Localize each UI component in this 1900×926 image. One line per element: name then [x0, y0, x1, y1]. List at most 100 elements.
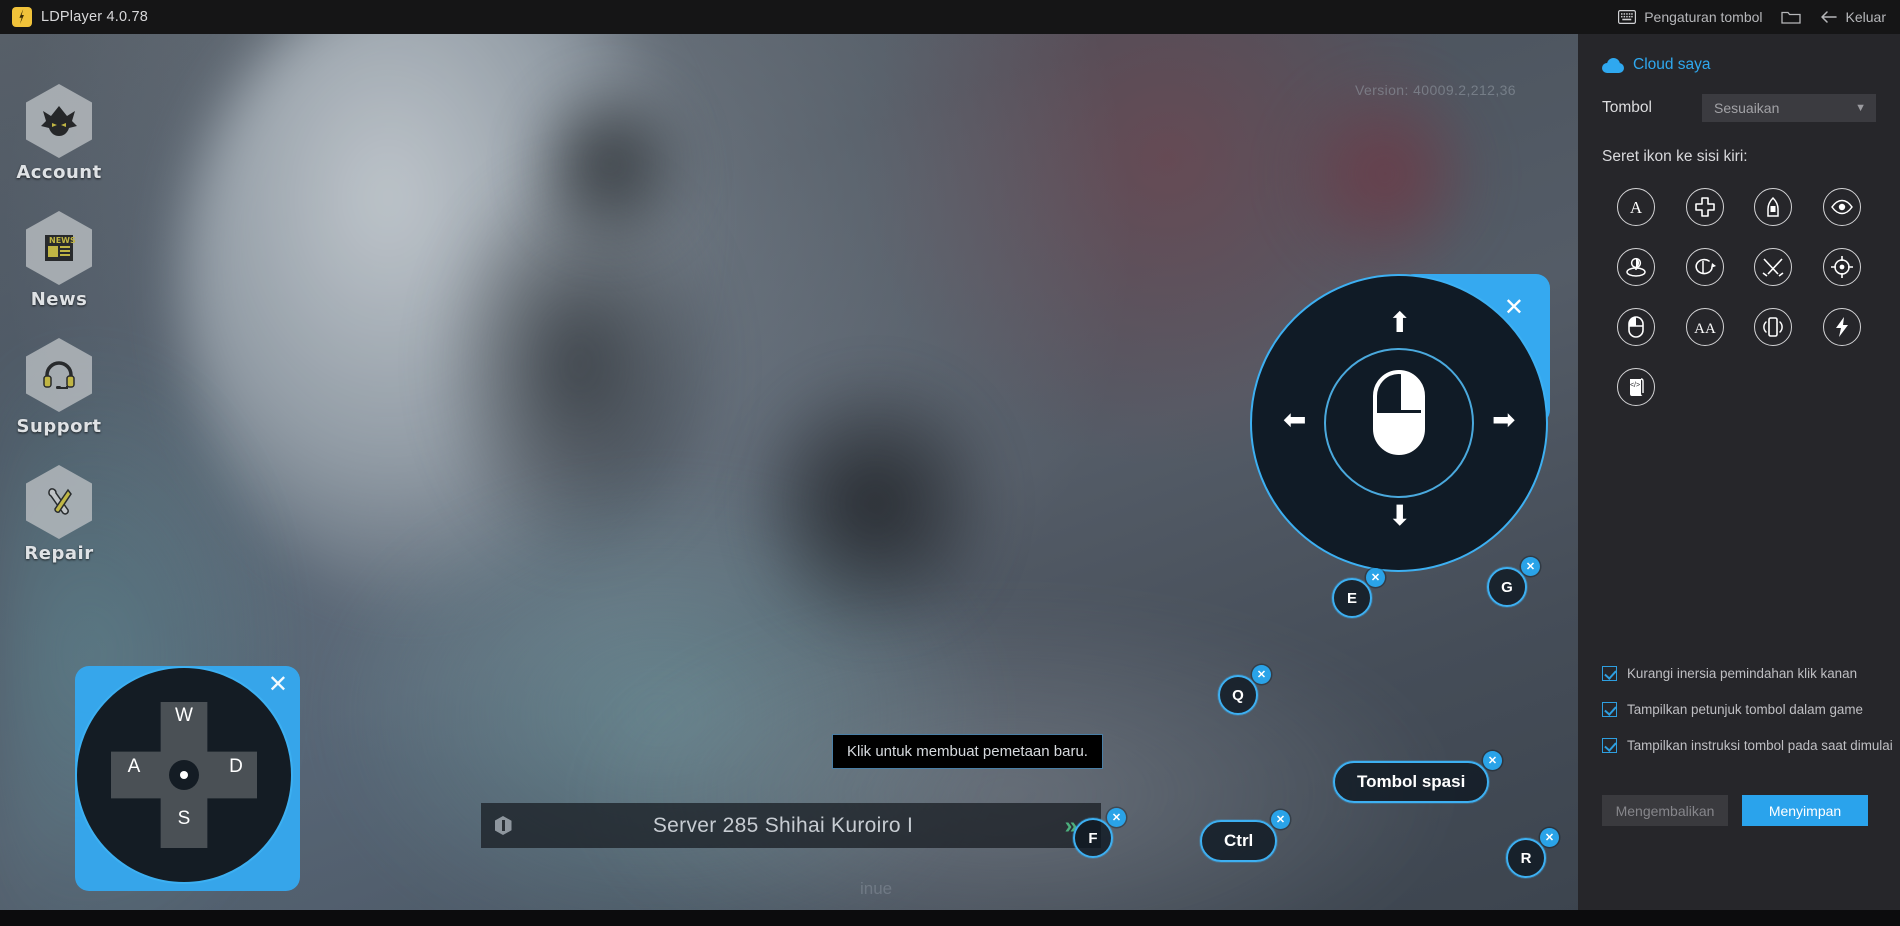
rotate-view-icon[interactable]: [1685, 248, 1724, 286]
remove-icon[interactable]: ✕: [1521, 557, 1540, 576]
keymap-chip[interactable]: R: [1506, 838, 1546, 878]
cloud-icon: [1602, 57, 1624, 73]
title-bar: LDPlayer 4.0.78 Pengaturan tombol Keluar: [0, 0, 1900, 34]
mouse-icon: [1373, 370, 1425, 455]
news-paper-icon: NEWS: [26, 211, 92, 285]
dpad-key-up[interactable]: W: [169, 705, 199, 727]
crosshair-icon[interactable]: [1822, 248, 1861, 286]
keymap-chip[interactable]: Ctrl: [1200, 820, 1278, 862]
title-bar-left: LDPlayer 4.0.78: [0, 7, 148, 27]
exit-label: Keluar: [1845, 9, 1886, 25]
letter-a-icon[interactable]: A: [1617, 188, 1656, 226]
sidebar-item-label: Repair: [24, 543, 94, 564]
game-left-nav: Account NEWS News Support Repair: [12, 84, 106, 592]
mouse-look-widget[interactable]: ⬆ ⬇ ⬅ ➡ ✕: [1250, 274, 1550, 574]
title-bar-right: Pengaturan tombol Keluar: [1618, 0, 1900, 34]
look-arrow-down[interactable]: ⬇: [1388, 502, 1411, 530]
sidebar-item-account[interactable]: Account: [12, 84, 106, 183]
settings-checkbox-label: Tampilkan petunjuk tombol dalam game: [1627, 702, 1863, 717]
look-arrow-up[interactable]: ⬆: [1388, 309, 1411, 337]
background-blur-shape: [1280, 74, 1490, 274]
folder-button[interactable]: [1780, 9, 1801, 25]
remove-icon[interactable]: ✕: [1271, 810, 1290, 829]
mouse-wheel-icon[interactable]: [1617, 308, 1656, 346]
remove-icon[interactable]: ✕: [1540, 828, 1559, 847]
tombol-select-value: Sesuaikan: [1714, 100, 1780, 116]
save-button[interactable]: Menyimpan: [1742, 795, 1868, 826]
svg-text:AA: AA: [1694, 321, 1716, 337]
app-title: LDPlayer 4.0.78: [41, 9, 148, 25]
remove-icon[interactable]: ✕: [1483, 751, 1502, 770]
sidebar-item-label: Support: [16, 416, 102, 437]
draggable-icon-grid: A AA </>: [1602, 188, 1876, 406]
exit-button[interactable]: Keluar: [1819, 9, 1886, 25]
joystick-icon[interactable]: [1617, 248, 1656, 286]
settings-checkbox-label: Kurangi inersia pemindahan klik kanan: [1627, 666, 1858, 681]
cloud-saya-link[interactable]: Cloud saya: [1602, 56, 1876, 74]
keymap-chip[interactable]: Q: [1218, 675, 1258, 715]
settings-checkbox-list: Kurangi inersia pemindahan klik kanan Tam…: [1602, 666, 1893, 774]
dpad-center-hub: [169, 760, 199, 790]
sidebar-item-label: Account: [16, 162, 102, 183]
sidebar-item-news[interactable]: NEWS News: [12, 211, 106, 310]
tombol-label: Tombol: [1602, 99, 1652, 116]
version-text: Version: 40009.2,212,36: [1355, 82, 1516, 98]
faint-background-text: inue: [860, 879, 893, 898]
crossed-swords-icon[interactable]: [1754, 248, 1793, 286]
checkbox-icon[interactable]: [1602, 666, 1617, 681]
emulator-game-stage[interactable]: Version: 40009.2,212,36 Account NEWS New…: [0, 34, 1578, 926]
keymap-chip[interactable]: E: [1332, 578, 1372, 618]
keymap-chip[interactable]: Tombol spasi: [1333, 761, 1490, 803]
remove-icon[interactable]: ✕: [1107, 808, 1126, 827]
cloud-label: Cloud saya: [1633, 56, 1711, 73]
sidebar-item-support[interactable]: Support: [12, 338, 106, 437]
ldplayer-logo-icon: [12, 7, 32, 27]
sidebar-item-label: News: [30, 289, 88, 310]
close-icon[interactable]: ✕: [268, 673, 288, 697]
bullet-icon[interactable]: [1754, 188, 1793, 226]
svg-text:NEWS: NEWS: [49, 236, 76, 245]
settings-checkbox-row[interactable]: Kurangi inersia pemindahan klik kanan: [1602, 666, 1878, 681]
shake-device-icon[interactable]: [1754, 308, 1793, 346]
folder-icon: [1780, 9, 1801, 25]
server-bar[interactable]: Server 285 Shihai Kuroiro I »: [481, 803, 1101, 848]
tombol-select[interactable]: Sesuaikan ▼: [1702, 94, 1876, 122]
server-name: Server 285 Shihai Kuroiro I: [652, 813, 914, 837]
dpad-key-left[interactable]: A: [119, 756, 149, 778]
look-arrow-right[interactable]: ➡: [1492, 406, 1515, 434]
tooltip: Klik untuk membuat pemetaan baru.: [832, 734, 1103, 769]
dpad-key-right[interactable]: D: [221, 756, 251, 778]
settings-checkbox-label: Tampilkan instruksi tombol pada saat dim…: [1627, 738, 1893, 753]
headset-icon: [26, 338, 92, 412]
background-blur-shape: [530, 64, 690, 264]
text-size-icon[interactable]: AA: [1685, 308, 1724, 346]
info-hexagon-icon: [481, 816, 525, 835]
key-settings-button[interactable]: Pengaturan tombol: [1618, 9, 1763, 25]
keyboard-icon: [1618, 10, 1637, 24]
settings-checkbox-row[interactable]: Tampilkan petunjuk tombol dalam game: [1602, 702, 1878, 717]
tools-icon: [26, 465, 92, 539]
dpad-key-down[interactable]: S: [169, 808, 199, 830]
dpad-widget[interactable]: W A D S ✕: [75, 666, 300, 891]
keymap-chip[interactable]: G: [1487, 567, 1527, 607]
key-settings-label: Pengaturan tombol: [1644, 9, 1763, 25]
background-blur-shape: [760, 354, 990, 654]
remove-icon[interactable]: ✕: [1252, 665, 1271, 684]
svg-text:</>: </>: [1630, 382, 1640, 389]
exit-arrow-icon: [1819, 9, 1838, 25]
restore-button[interactable]: Mengembalikan: [1602, 795, 1728, 826]
look-arrow-left[interactable]: ⬅: [1283, 406, 1306, 434]
lightning-icon[interactable]: [1822, 308, 1861, 346]
eye-icon[interactable]: [1822, 188, 1861, 226]
chevron-down-icon: ▼: [1855, 102, 1866, 114]
settings-checkbox-row[interactable]: Tampilkan instruksi tombol pada saat dim…: [1602, 738, 1893, 753]
taskbar: [0, 910, 1900, 926]
checkbox-icon[interactable]: [1602, 702, 1617, 717]
close-icon[interactable]: ✕: [1504, 296, 1524, 320]
cross-heal-icon[interactable]: [1685, 188, 1724, 226]
keymap-chip[interactable]: F: [1073, 818, 1113, 858]
checkbox-icon[interactable]: [1602, 738, 1617, 753]
remove-icon[interactable]: ✕: [1366, 568, 1385, 587]
sidebar-item-repair[interactable]: Repair: [12, 465, 106, 564]
script-code-icon[interactable]: </>: [1617, 368, 1656, 406]
